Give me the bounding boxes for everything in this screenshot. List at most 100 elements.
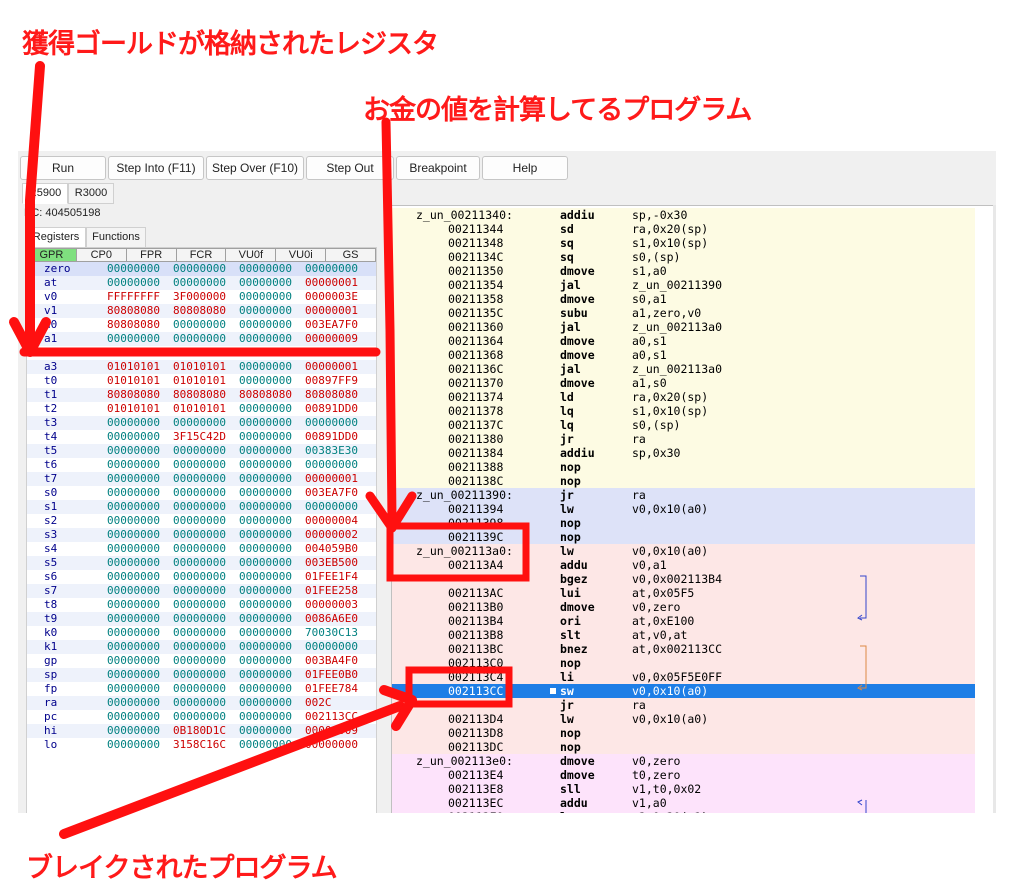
register-row-sp[interactable]: sp 00000000 00000000 00000000 01FEE0B0 [27, 668, 376, 682]
register-row-t4[interactable]: t4 00000000 3F15C42D 00000000 00891DD0 [27, 430, 376, 444]
register-row-a0[interactable]: a0 80808080 00000000 00000000 003EA7F0 [27, 318, 376, 332]
disasm-line[interactable]: z_un_00211390: jr ra [392, 488, 975, 502]
disasm-opcode: nop [560, 516, 581, 530]
disasm-line[interactable]: 002113EC addu v1,a0 [392, 796, 975, 810]
reg-tab-vu0i[interactable]: VU0i [276, 248, 327, 262]
disasm-line[interactable]: 002113B0 dmove v0,zero [392, 600, 975, 614]
register-row-t2[interactable]: t2 01010101 01010101 00000000 00891DD0 [27, 402, 376, 416]
disasm-line[interactable]: 002113BC bnez at,0x002113CC [392, 642, 975, 656]
register-value: 00000004 [305, 514, 358, 527]
step-into-button[interactable]: Step Into (F11) [108, 156, 204, 180]
disasm-line[interactable]: 00211344 sd ra,0x20(sp) [392, 222, 975, 236]
disasm-line[interactable]: 00211370 dmove a1,s0 [392, 376, 975, 390]
register-row-lo[interactable]: lo 00000000 3158C16C 00000000 00000000 [27, 738, 376, 752]
disasm-line[interactable]: 002113B8 slt at,v0,at [392, 628, 975, 642]
disasm-line[interactable]: 002113B4 ori at,0xE100 [392, 614, 975, 628]
register-row-t6[interactable]: t6 00000000 00000000 00000000 00000000 [27, 458, 376, 472]
disasm-line[interactable]: 00211348 sq s1,0x10(sp) [392, 236, 975, 250]
register-row-s0[interactable]: s0 00000000 00000000 00000000 003EA7F0 [27, 486, 376, 500]
disasm-line[interactable]: 00211368 dmove a0,s1 [392, 348, 975, 362]
disasm-line[interactable]: 002113E8 sll v1,t0,0x02 [392, 782, 975, 796]
register-row-ra[interactable]: ra 00000000 00000000 00000000 002C [27, 696, 376, 710]
disasm-line[interactable]: 0021138C nop [392, 474, 975, 488]
disasm-line[interactable]: 0021134C sq s0,(sp) [392, 250, 975, 264]
run-button[interactable]: Run [20, 156, 106, 180]
disasm-line[interactable]: 00211354 jal z_un_00211390 [392, 278, 975, 292]
breakpoint-button[interactable]: Breakpoint [396, 156, 480, 180]
register-row-pc[interactable]: pc 00000000 00000000 00000000 002113CC [27, 710, 376, 724]
disasm-line[interactable]: 0021136C jal z_un_002113a0 [392, 362, 975, 376]
reg-tab-cp0[interactable]: CP0 [76, 248, 127, 262]
disasm-line[interactable]: 00211358 dmove s0,a1 [392, 292, 975, 306]
register-row-s2[interactable]: s2 00000000 00000000 00000000 00000004 [27, 514, 376, 528]
register-row-s4[interactable]: s4 00000000 00000000 00000000 004059B0 [27, 542, 376, 556]
reg-tab-vu0f[interactable]: VU0f [226, 248, 277, 262]
disasm-line[interactable]: 00211388 nop [392, 460, 975, 474]
register-row-a1[interactable]: a1 00000000 00000000 00000000 00000009 [27, 332, 376, 346]
reg-tab-fpr[interactable]: FPR [126, 248, 177, 262]
disasm-line[interactable]: 00211380 jr ra [392, 432, 975, 446]
register-row-zero[interactable]: zero 00000000 00000000 00000000 00000000 [27, 262, 376, 276]
register-row-v0[interactable]: v0 FFFFFFFF 3F000000 00000000 0000003E [27, 290, 376, 304]
disasm-line[interactable]: 0021135C subu a1,zero,v0 [392, 306, 975, 320]
reg-tab-gpr[interactable]: GPR [27, 248, 77, 262]
disasm-line[interactable]: z_un_002113e0: dmove v0,zero [392, 754, 975, 768]
register-row-s1[interactable]: s1 00000000 00000000 00000000 00000000 [27, 500, 376, 514]
register-row-t8[interactable]: t8 00000000 00000000 00000000 00000003 [27, 598, 376, 612]
help-button[interactable]: Help [482, 156, 568, 180]
tab-r3000[interactable]: R3000 [68, 183, 114, 204]
register-row-t0[interactable]: t0 01010101 01010101 00000000 00897FF9 [27, 374, 376, 388]
register-row-t7[interactable]: t7 00000000 00000000 00000000 00000001 [27, 472, 376, 486]
disasm-line[interactable]: 00211398 nop [392, 516, 975, 530]
register-row-k0[interactable]: k0 00000000 00000000 00000000 70030C13 [27, 626, 376, 640]
disasm-line[interactable]: 002113F0 lw a3,0x30(v1) [392, 810, 975, 813]
breakpoint-marker-icon[interactable] [550, 688, 556, 694]
register-row-t1[interactable]: t1 80808080 80808080 80808080 80808080 [27, 388, 376, 402]
disasm-line[interactable]: jr ra [392, 698, 975, 712]
register-row-s7[interactable]: s7 00000000 00000000 00000000 01FEE258 [27, 584, 376, 598]
reg-tab-fcr[interactable]: FCR [176, 248, 227, 262]
tab-functions[interactable]: Functions [86, 227, 146, 248]
register-row-fp[interactable]: fp 00000000 00000000 00000000 01FEE784 [27, 682, 376, 696]
register-row-t9[interactable]: t9 00000000 00000000 00000000 0086A6E0 [27, 612, 376, 626]
disasm-line[interactable]: 00211360 jal z_un_002113a0 [392, 320, 975, 334]
disasm-line[interactable]: z_un_002113a0: lw v0,0x10(a0) [392, 544, 975, 558]
disasm-line[interactable]: 002113D4 lw v0,0x10(a0) [392, 712, 975, 726]
disasm-line[interactable]: 002113E4 dmove t0,zero [392, 768, 975, 782]
disasm-line[interactable]: 002113D8 nop [392, 726, 975, 740]
step-out-button[interactable]: Step Out [306, 156, 394, 180]
disasm-line[interactable]: 00211384 addiu sp,0x30 [392, 446, 975, 460]
register-row-s6[interactable]: s6 00000000 00000000 00000000 01FEE1F4 [27, 570, 376, 584]
register-row-s5[interactable]: s5 00000000 00000000 00000000 003EB500 [27, 556, 376, 570]
tab-registers[interactable]: Registers [26, 227, 86, 248]
step-over-button[interactable]: Step Over (F10) [206, 156, 304, 180]
disasm-line[interactable]: 00211394 lw v0,0x10(a0) [392, 502, 975, 516]
disasm-line[interactable]: 002113C0 nop [392, 656, 975, 670]
disasm-line[interactable]: 002113A4 addu v0,a1 [392, 558, 975, 572]
register-row-k1[interactable]: k1 00000000 00000000 00000000 00000000 [27, 640, 376, 654]
disasm-line[interactable]: 00211378 lq s1,0x10(sp) [392, 404, 975, 418]
disasm-line[interactable]: 0021137C lq s0,(sp) [392, 418, 975, 432]
disasm-line[interactable]: 00211364 dmove a0,s1 [392, 334, 975, 348]
register-row-hi[interactable]: hi 00000000 0B180D1C 00000000 00000009 [27, 724, 376, 738]
register-row-v1[interactable]: v1 80808080 80808080 00000000 00000001 [27, 304, 376, 318]
register-row-t3[interactable]: t3 00000000 00000000 00000000 00000000 [27, 416, 376, 430]
tab-r5900[interactable]: R5900 [22, 183, 68, 204]
disasm-line[interactable]: z_un_00211340: addiu sp,-0x30 [392, 208, 975, 222]
disassembly-scrollbar[interactable] [993, 205, 996, 813]
disasm-line[interactable]: 00211350 dmove s1,a0 [392, 264, 975, 278]
register-row-at[interactable]: at 00000000 00000000 00000000 00000001 [27, 276, 376, 290]
disasm-line[interactable]: 002113DC nop [392, 740, 975, 754]
register-row-s3[interactable]: s3 00000000 00000000 00000000 00000002 [27, 528, 376, 542]
register-row-a2[interactable]: a2 [27, 346, 376, 360]
register-row-t5[interactable]: t5 00000000 00000000 00000000 00383E30 [27, 444, 376, 458]
disasm-line[interactable]: bgez v0,0x002113B4 [392, 572, 975, 586]
disasm-line[interactable]: 002113AC lui at,0x05F5 [392, 586, 975, 600]
disasm-line[interactable]: 00211374 ld ra,0x20(sp) [392, 390, 975, 404]
disasm-line[interactable]: 002113CC sw v0,0x10(a0) [392, 684, 975, 698]
reg-tab-gs[interactable]: GS [326, 248, 377, 262]
register-row-gp[interactable]: gp 00000000 00000000 00000000 003BA4F0 [27, 654, 376, 668]
disasm-line[interactable]: 0021139C nop [392, 530, 975, 544]
register-row-a3[interactable]: a3 01010101 01010101 00000000 00000001 [27, 360, 376, 374]
disasm-line[interactable]: 002113C4 li v0,0x05F5E0FF [392, 670, 975, 684]
